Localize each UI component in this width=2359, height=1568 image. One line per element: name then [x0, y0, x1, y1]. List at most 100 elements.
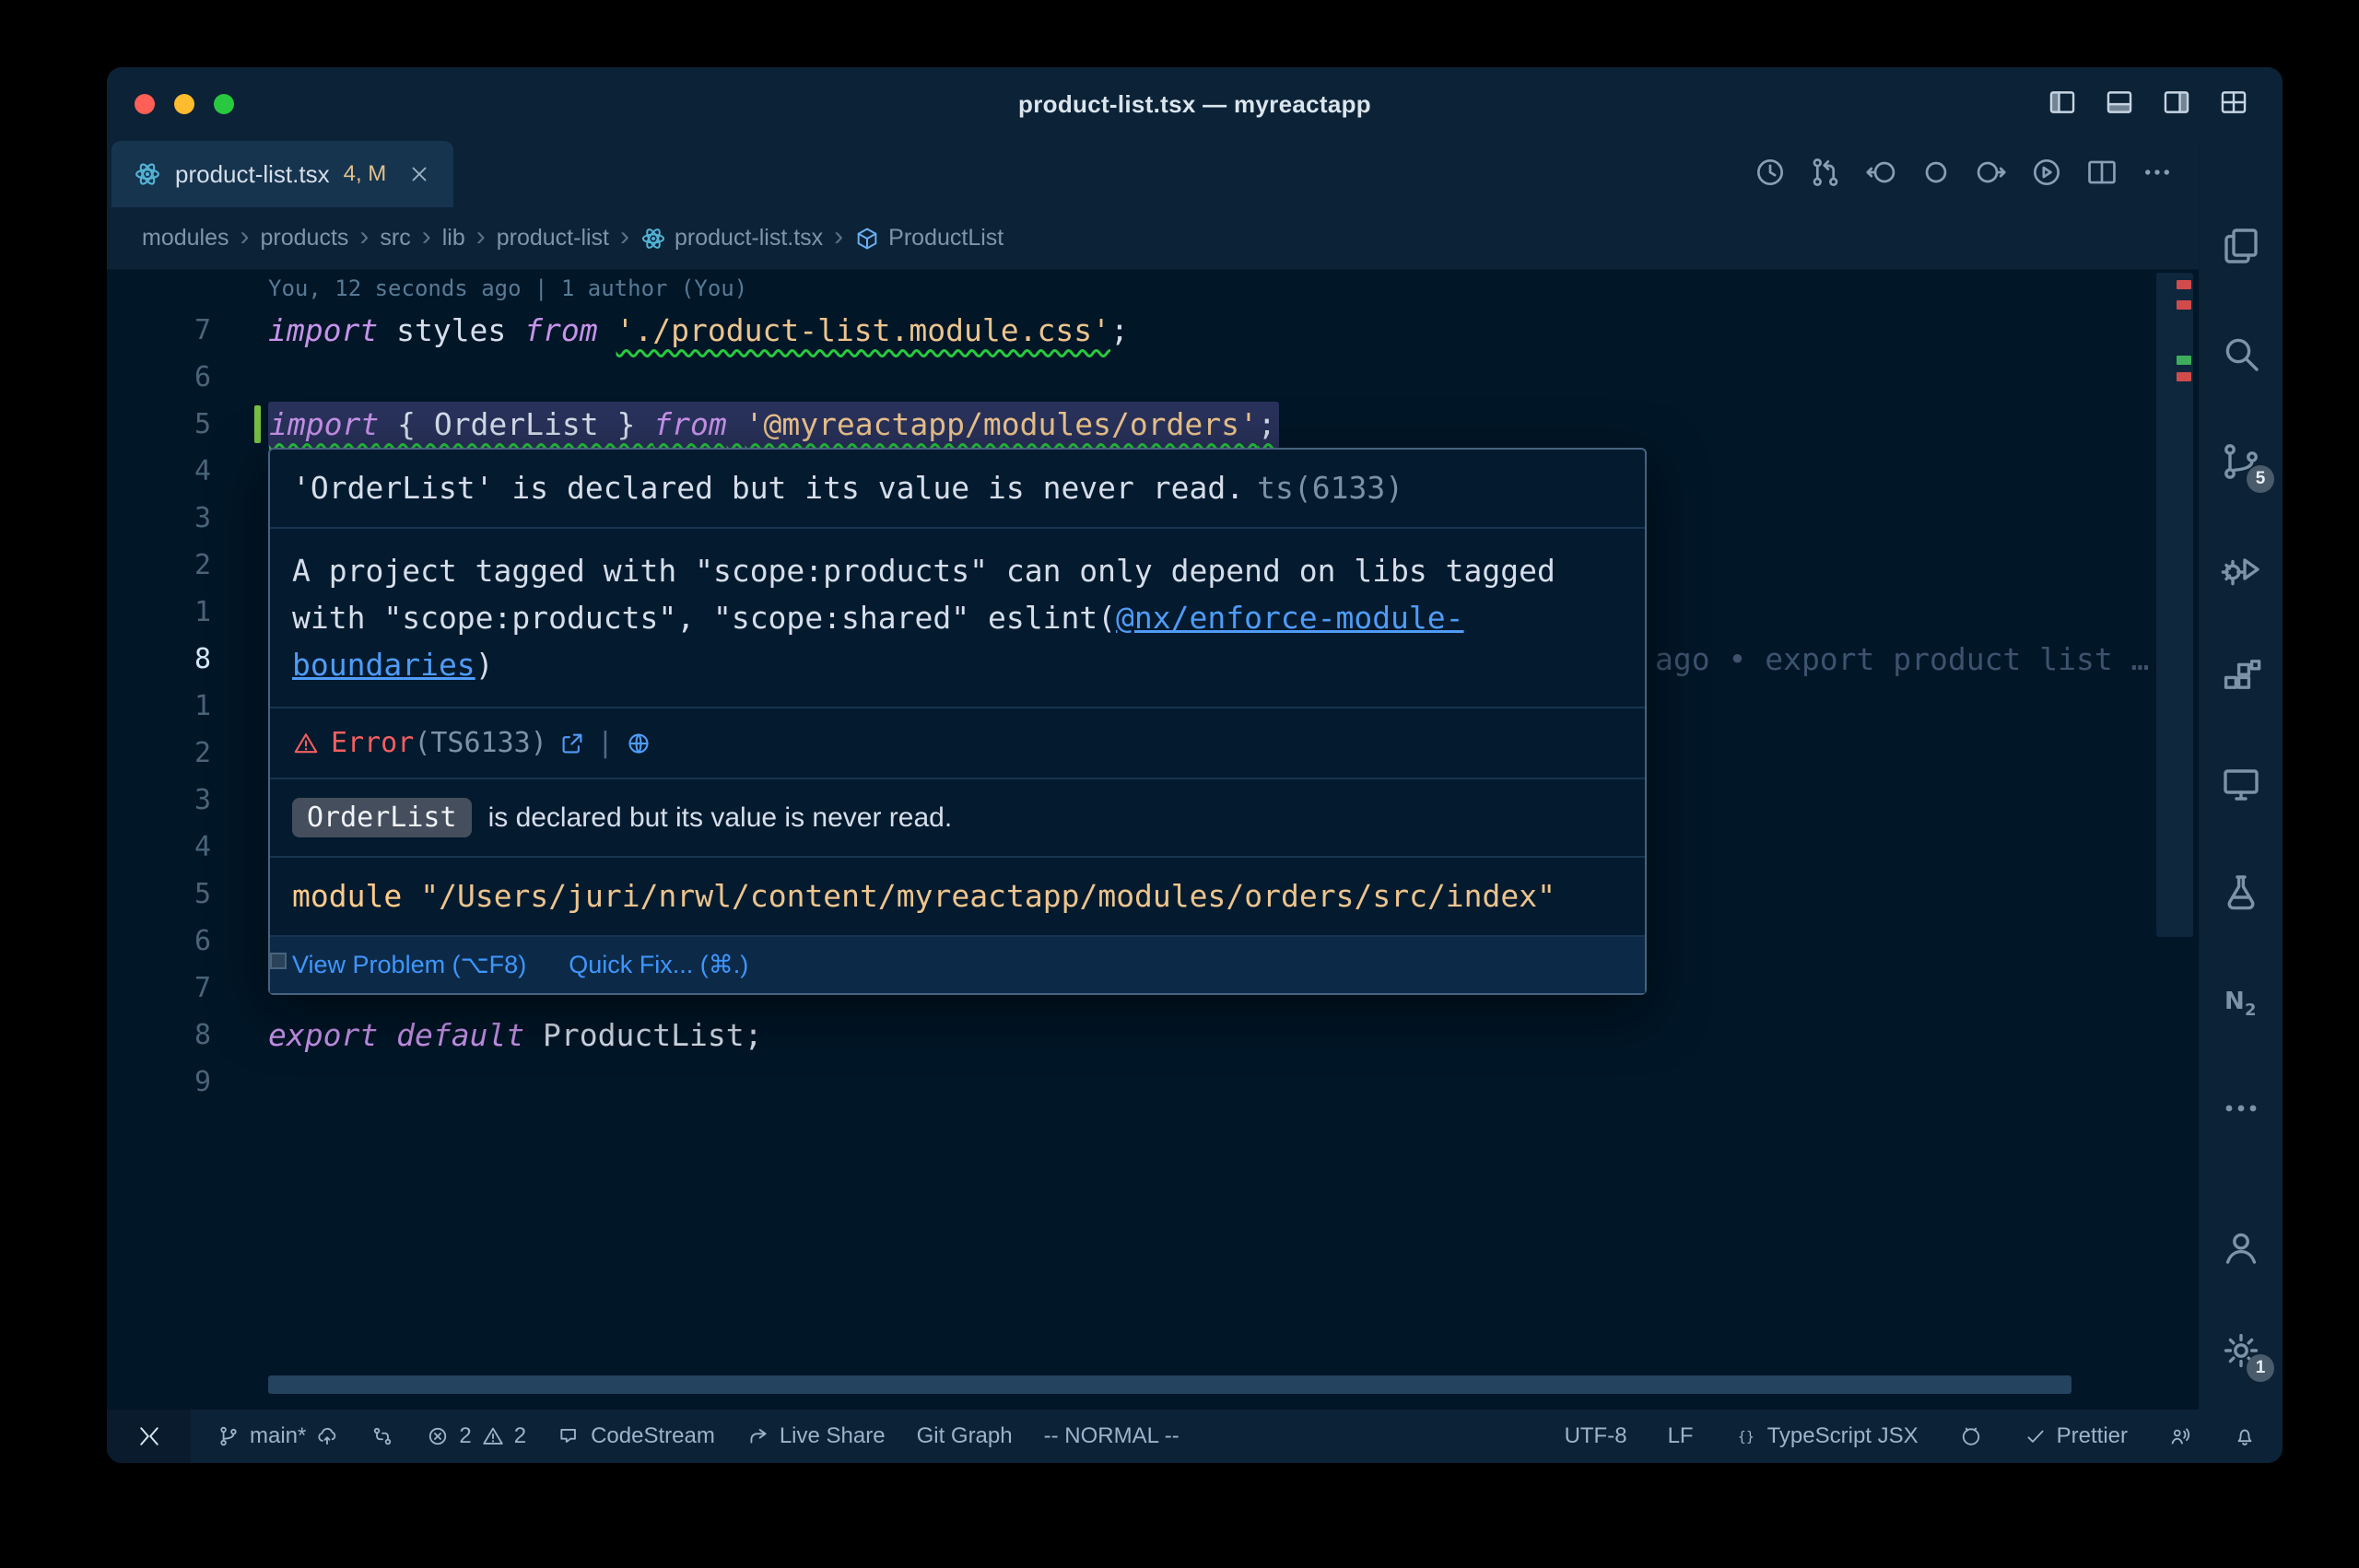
status-language[interactable]: {}TypeScript JSX [1734, 1423, 1919, 1449]
view-problem-link[interactable]: View Problem (⌥F8) [292, 951, 526, 979]
selection-highlight: import { OrderList } from '@myreactapp/m… [268, 402, 1279, 449]
code-token: ProductList; [543, 1017, 762, 1053]
line-number[interactable]: 7 [107, 307, 211, 354]
code-line[interactable]: 6 [107, 354, 2199, 401]
status-github[interactable] [1959, 1424, 1983, 1448]
activity-testing[interactable] [2219, 871, 2263, 915]
status-vim-mode[interactable]: -- NORMAL -- [1044, 1423, 1180, 1449]
action-split-editor[interactable] [2084, 155, 2119, 194]
status-branch[interactable]: main* [217, 1423, 339, 1449]
line-number[interactable]: 4 [107, 824, 211, 871]
blame-codelens[interactable]: You, 12 seconds ago | 1 author (You) [107, 270, 2199, 307]
activity-settings[interactable]: 1 [2219, 1328, 2263, 1373]
minimize-button[interactable] [174, 94, 194, 114]
crumb-products[interactable]: products [261, 225, 349, 252]
action-pull-request[interactable] [1808, 155, 1843, 194]
action-previous-change[interactable] [1863, 155, 1898, 194]
code-token: './product-list.module.css' [616, 312, 1110, 348]
code-line[interactable]: 9 [107, 1059, 2199, 1106]
zoom-button[interactable] [214, 94, 234, 114]
status-label: UTF-8 [1565, 1423, 1627, 1449]
status-right-group: UTF-8 LF {}TypeScript JSX Prettier [1539, 1423, 2283, 1449]
status-notifications[interactable] [2233, 1424, 2257, 1448]
error-circle-icon [426, 1424, 450, 1448]
eslint-rule-row: A project tagged with "scope:products" c… [270, 529, 1645, 708]
line-number[interactable]: 7 [107, 965, 211, 1012]
line-number[interactable]: 8 [107, 636, 211, 683]
line-number[interactable]: 5 [107, 401, 211, 448]
popup-resize-handle[interactable] [270, 953, 287, 969]
line-number[interactable]: 2 [107, 730, 211, 777]
status-prettier[interactable]: Prettier [2024, 1423, 2128, 1449]
status-liveshare[interactable]: Live Share [746, 1423, 886, 1449]
activity-accounts[interactable] [2219, 1225, 2263, 1270]
activity-remote-explorer[interactable] [2219, 763, 2263, 807]
activity-nx-console[interactable]: N2 [2219, 978, 2263, 1023]
status-remote-indicator[interactable] [107, 1410, 191, 1463]
crumb-lib[interactable]: lib [442, 225, 465, 252]
activity-explorer[interactable] [2219, 224, 2263, 268]
toggle-panel[interactable] [2104, 87, 2135, 123]
line-number[interactable]: 6 [107, 354, 211, 401]
line-number[interactable]: 5 [107, 871, 211, 918]
activity-extensions[interactable] [2219, 655, 2263, 699]
nx-console-icon: N2 [2219, 978, 2263, 1023]
current-line-blame: ago • export product list … [1655, 636, 2164, 683]
crumb-product-list[interactable]: product-list [497, 225, 609, 252]
git-branch-icon [217, 1424, 241, 1448]
status-problems[interactable]: 22 [426, 1423, 526, 1449]
crumb-file[interactable]: product-list.tsx [640, 225, 823, 252]
line-number[interactable]: 3 [107, 777, 211, 824]
check-icon [2024, 1424, 2048, 1448]
breadcrumb-label: ProductList [888, 225, 1003, 252]
line-number[interactable]: 4 [107, 448, 211, 495]
breadcrumb-label: products [261, 225, 349, 252]
code-line[interactable]: 7import styles from './product-list.modu… [107, 307, 2199, 354]
customize-layout[interactable] [2218, 87, 2249, 123]
action-next-change[interactable] [1974, 155, 2009, 194]
status-git-graph[interactable]: Git Graph [917, 1423, 1013, 1449]
status-git-compare[interactable] [370, 1424, 394, 1448]
error-detail-row: Error(TS6133) | [270, 708, 1645, 779]
search-icon [2219, 332, 2263, 376]
history-icon [1753, 155, 1788, 190]
git-change-marker [254, 405, 261, 443]
code-line[interactable]: 5 import { OrderList } from '@myreactapp/… [107, 401, 2199, 448]
crumb-src[interactable]: src [380, 225, 410, 252]
horizontal-scrollbar[interactable] [268, 1375, 2071, 1394]
crumb-modules[interactable]: modules [142, 225, 229, 252]
close-icon[interactable] [407, 162, 431, 186]
external-link-icon[interactable] [558, 730, 586, 757]
line-number[interactable]: 1 [107, 683, 211, 730]
line-number[interactable]: 2 [107, 542, 211, 589]
line-number[interactable]: 9 [107, 1059, 211, 1106]
overview-mark-error [2177, 280, 2191, 289]
action-more[interactable] [2140, 155, 2175, 194]
crumb-symbol[interactable]: ProductList [854, 225, 1003, 252]
tab-product-list[interactable]: product-list.tsx 4, M [111, 141, 453, 207]
line-number[interactable]: 1 [107, 589, 211, 636]
activity-search[interactable] [2219, 332, 2263, 376]
close-button[interactable] [135, 94, 155, 114]
status-eol[interactable]: LF [1668, 1423, 1694, 1449]
status-feedback[interactable] [2168, 1424, 2192, 1448]
status-codestream[interactable]: CodeStream [557, 1423, 715, 1449]
code-editor: You, 12 seconds ago | 1 author (You) 7im… [107, 270, 2199, 1410]
action-open-changes[interactable] [1919, 155, 1954, 194]
quick-fix-link[interactable]: Quick Fix... (⌘.) [569, 951, 748, 979]
activity-more-views[interactable] [2219, 1086, 2263, 1130]
code-line[interactable]: 8export default ProductList; [107, 1012, 2199, 1059]
line-number[interactable]: 6 [107, 918, 211, 965]
codestream-icon [557, 1424, 581, 1448]
status-encoding[interactable]: UTF-8 [1565, 1423, 1627, 1449]
line-number[interactable]: 8 [107, 1012, 211, 1059]
activity-run-debug[interactable] [2219, 547, 2263, 591]
globe-icon[interactable] [625, 730, 652, 757]
line-number[interactable]: 3 [107, 495, 211, 542]
symbol-cube-icon [854, 226, 880, 252]
activity-source-control[interactable]: 5 [2219, 439, 2263, 484]
toggle-secondary-sidebar[interactable] [2161, 87, 2192, 123]
action-run-file[interactable] [2029, 155, 2064, 194]
toggle-primary-sidebar[interactable] [2047, 87, 2078, 123]
action-file-history[interactable] [1753, 155, 1788, 194]
